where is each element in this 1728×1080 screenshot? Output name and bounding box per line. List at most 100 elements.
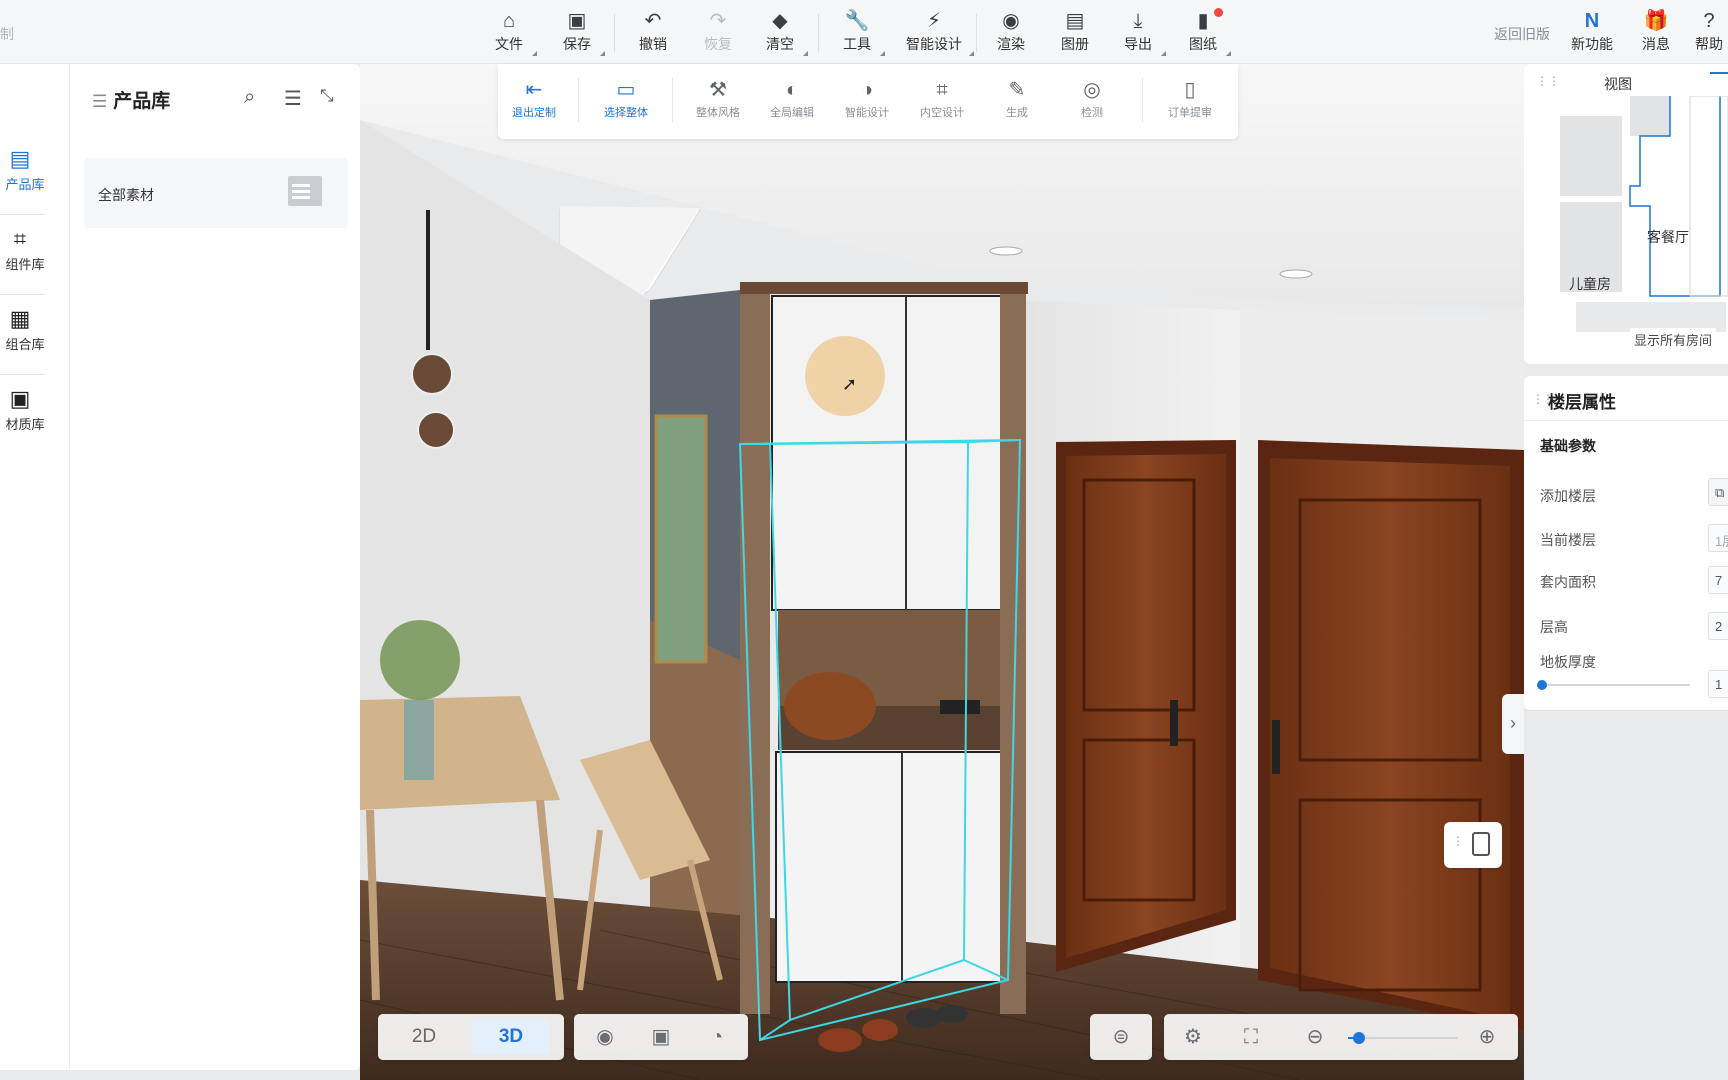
wrench-icon: 🔧: [844, 10, 870, 32]
clear-button[interactable]: ◆ 清空: [752, 8, 808, 58]
filter-icon[interactable]: ☰: [284, 86, 302, 111]
order-review-button[interactable]: ▯ 订单提审: [1154, 76, 1226, 132]
file-button[interactable]: ⌂ 文件: [481, 8, 537, 58]
gauge-icon[interactable]: ◔: [702, 1022, 732, 1052]
floor-properties-panel: ⋮⋮ 楼层属性 基础参数 添加楼层 ⧉ 当前楼层 1层 套内面积 7 层高 2 …: [1524, 376, 1728, 711]
nav-component-library[interactable]: ⌗ 组件库: [0, 224, 70, 294]
floor-thickness-field[interactable]: 1: [1708, 670, 1728, 698]
overall-style-button[interactable]: ⚒ 整体风格: [682, 76, 754, 132]
undo-button[interactable]: ↶ 撤销: [625, 8, 681, 58]
select-icon: ▭: [616, 79, 636, 101]
clipboard-button[interactable]: ⋮: [1444, 822, 1502, 868]
expand-panel-button[interactable]: ›: [1502, 694, 1524, 754]
fit-view-icon[interactable]: ⛶: [1236, 1022, 1266, 1052]
download-icon: ⤓: [1133, 10, 1143, 32]
cube-icon[interactable]: ▣: [646, 1022, 676, 1052]
global-edit-icon: ◐: [785, 79, 799, 101]
view-mode-switch: 2D 3D: [378, 1014, 564, 1060]
top-toolbar: 制 ⌂ 文件 ▣ 保存 ↶ 撤销 ↷ 恢复 ◆ 清空 🔧 工具 ⚡ 智能设计 ◉…: [0, 0, 1728, 64]
nav-combination-library[interactable]: ▦ 组合库: [0, 304, 70, 374]
exit-customize-button[interactable]: ⇤ 退出定制: [498, 76, 570, 132]
mouse-cursor-icon: ➚: [842, 374, 858, 394]
camera-zoom-tools: ⚙ ⛶ ⊖ ⊕: [1164, 1014, 1518, 1060]
render-button[interactable]: ◉ 渲染: [983, 8, 1039, 58]
zoom-slider[interactable]: [1348, 1032, 1458, 1044]
interior-area-field[interactable]: 7: [1708, 566, 1728, 594]
export-button[interactable]: ⤓ 导出: [1110, 8, 1166, 58]
album-button[interactable]: ▤ 图册: [1047, 8, 1103, 58]
panel-title: ☰ 产品库: [92, 91, 171, 112]
view-2d-button[interactable]: 2D: [384, 1020, 464, 1054]
camera-settings-icon[interactable]: ⚙: [1178, 1022, 1208, 1052]
zoom-in-icon[interactable]: ⊕: [1472, 1022, 1502, 1052]
show-all-rooms-button[interactable]: 显示所有房间: [1630, 328, 1717, 351]
floor-plan-minimap[interactable]: 客餐厅 儿童房: [1560, 96, 1728, 336]
new-feature-icon: N: [1584, 10, 1600, 32]
floor-height-label: 层高: [1540, 619, 1568, 635]
view-panel: ⋮⋮ 视图 客餐厅 儿童房 显示所有房间: [1524, 64, 1728, 364]
help-icon: ?: [1703, 10, 1715, 32]
messages-button[interactable]: 🎁 消息: [1628, 8, 1684, 58]
customize-toolbar: ⇤ 退出定制 ▭ 选择整体 ⚒ 整体风格 ◐ 全局编辑 ◑ 智能设计 ⌗ 内空设…: [498, 64, 1238, 139]
new-features-button[interactable]: N 新功能: [1562, 8, 1622, 58]
view-3d-button[interactable]: 3D: [472, 1020, 550, 1054]
generate-button[interactable]: ✎ 生成: [981, 76, 1053, 132]
toggle-icon[interactable]: ⊜: [1106, 1022, 1136, 1052]
slider-handle[interactable]: [1537, 680, 1547, 690]
add-floor-button[interactable]: ⧉: [1708, 478, 1728, 506]
undo-icon: ↶: [644, 10, 662, 32]
zoom-out-icon[interactable]: ⊖: [1300, 1022, 1330, 1052]
detect-button[interactable]: ◎ 检测: [1056, 76, 1128, 132]
clipboard-icon: [1472, 832, 1490, 856]
select-whole-button[interactable]: ▭ 选择整体: [590, 76, 662, 132]
current-floor-field[interactable]: 1层: [1708, 524, 1728, 552]
left-nav: ▤ 产品库 ⌗ 组件库 ▦ 组合库 ▣ 材质库: [0, 64, 70, 1070]
smart-design-sub-button[interactable]: ◑ 智能设计: [831, 76, 903, 132]
material-icon: ▣: [9, 386, 31, 411]
camera-icon: ◉: [1002, 10, 1020, 32]
interior-area-label: 套内面积: [1540, 574, 1596, 590]
interior-design-button[interactable]: ⌗ 内空设计: [906, 76, 978, 132]
global-edit-button[interactable]: ◐ 全局编辑: [756, 76, 828, 132]
all-materials-card[interactable]: 全部素材: [84, 158, 348, 228]
gift-icon: 🎁: [1643, 10, 1669, 32]
nav-product-library[interactable]: ▤ 产品库: [0, 144, 70, 214]
redo-button[interactable]: ↷ 恢复: [690, 8, 746, 58]
tools-button[interactable]: 🔧 工具: [829, 8, 885, 58]
layers-icon: ⧉: [1715, 485, 1725, 500]
help-button[interactable]: ? 帮助: [1690, 8, 1728, 58]
notification-dot: [1214, 8, 1223, 17]
interior-icon: ⌗: [936, 79, 948, 101]
current-floor-label: 当前楼层: [1540, 532, 1596, 548]
top-left-fragment: 制: [0, 26, 14, 42]
image-icon: ▤: [1065, 10, 1085, 32]
settings-toggle: ⊜: [1090, 1014, 1152, 1060]
nav-material-library[interactable]: ▣ 材质库: [0, 384, 70, 454]
bulb-icon: ◑: [860, 79, 874, 101]
combination-icon: ▦: [9, 306, 31, 331]
zoom-handle[interactable]: [1353, 1032, 1365, 1044]
clipboard-icon: ▯: [1184, 79, 1196, 101]
search-icon[interactable]: ⌕: [244, 86, 255, 109]
tab-view[interactable]: 视图: [1604, 74, 1632, 94]
product-library-icon: ▤: [9, 146, 31, 171]
folder-icon: [288, 176, 322, 206]
floor-height-field[interactable]: 2: [1708, 612, 1728, 640]
drag-handle-icon[interactable]: ⋮⋮: [1536, 74, 1560, 88]
eye-icon[interactable]: ◉: [590, 1022, 620, 1052]
product-library-panel: ☰ 产品库 ⌕ ☰ ⤡ 全部素材: [70, 64, 360, 1070]
collapse-icon[interactable]: ⤡: [320, 86, 334, 106]
panel-title: 楼层属性: [1548, 393, 1616, 412]
floor-thickness-label: 地板厚度: [1540, 654, 1596, 670]
smart-design-button[interactable]: ⚡ 智能设计: [894, 8, 974, 58]
exit-icon: ⇤: [525, 79, 543, 101]
lightning-icon: ⚡: [926, 10, 942, 32]
floor-thickness-slider[interactable]: [1537, 680, 1690, 690]
save-button[interactable]: ▣ 保存: [549, 8, 605, 58]
room-label-living-dining: 客餐厅: [1647, 229, 1689, 245]
drawings-button[interactable]: ▮ 图纸: [1175, 8, 1231, 58]
pen-icon: ✎: [1008, 79, 1026, 101]
tab-active-indicator[interactable]: [1710, 72, 1728, 94]
file-icon: ⌂: [502, 10, 516, 32]
back-to-old-version-link[interactable]: 返回旧版: [1494, 24, 1550, 44]
